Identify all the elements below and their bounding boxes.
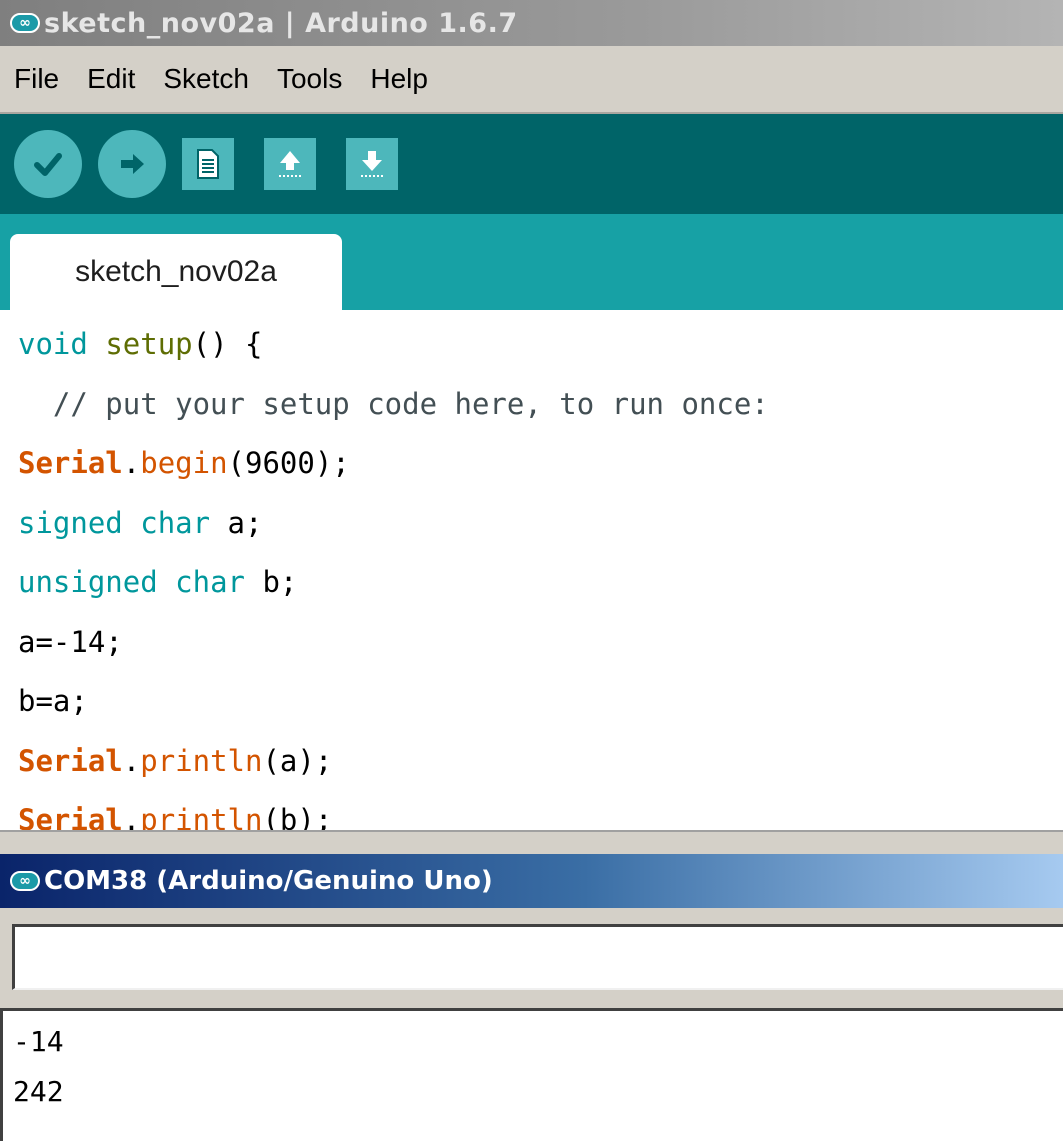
menu-bar: File Edit Sketch Tools Help (0, 46, 1063, 114)
arduino-logo-icon: ∞ (10, 871, 40, 891)
code-token: char (175, 565, 245, 599)
code-line[interactable]: a=-14; (18, 622, 1063, 682)
arduino-logo-icon: ∞ (10, 13, 40, 33)
serial-output-line: -14 (13, 1025, 64, 1058)
open-icon (279, 151, 301, 177)
menu-sketch[interactable]: Sketch (163, 63, 249, 95)
code-token: unsigned (18, 565, 158, 599)
save-sketch-button[interactable] (346, 138, 398, 190)
serial-output: -14 242 (0, 1008, 1063, 1141)
code-line[interactable]: Serial.begin(9600); (18, 443, 1063, 503)
code-line[interactable]: b=a; (18, 681, 1063, 741)
code-line[interactable]: void setup() { (18, 324, 1063, 384)
code-line[interactable]: signed char a; (18, 503, 1063, 563)
serial-output-line: 242 (13, 1075, 64, 1108)
code-token: Serial (18, 446, 123, 480)
code-line[interactable]: unsigned char b; (18, 562, 1063, 622)
code-line[interactable]: // put your setup code here, to run once… (18, 384, 1063, 444)
code-token: void (18, 327, 88, 361)
code-token: . (122, 446, 141, 480)
ide-title-bar: ∞ sketch_nov02a | Arduino 1.6.7 (0, 0, 1063, 46)
serial-monitor-title: COM38 (Arduino/Genuino Uno) (44, 866, 493, 896)
code-editor[interactable]: void setup() { // put your setup code he… (0, 310, 1063, 897)
code-token: a; (210, 505, 263, 540)
new-icon (197, 149, 219, 179)
upload-icon (121, 154, 144, 174)
code-token: println (140, 743, 263, 778)
save-icon (361, 151, 383, 177)
open-sketch-button[interactable] (264, 138, 316, 190)
code-token: begin (140, 446, 228, 480)
menu-file[interactable]: File (14, 63, 59, 95)
code-token: b; (245, 565, 298, 599)
verify-button[interactable] (14, 130, 82, 198)
menu-edit[interactable]: Edit (87, 63, 135, 95)
tab-sketch[interactable]: sketch_nov02a (10, 234, 342, 310)
code-token: setup (105, 327, 193, 361)
verify-icon (34, 153, 62, 176)
code-token: () { (192, 327, 263, 361)
code-token: Serial (18, 743, 123, 778)
menu-help[interactable]: Help (370, 63, 428, 95)
code-token: b=a; (18, 684, 88, 718)
tab-strip: sketch_nov02a (0, 214, 1063, 310)
serial-monitor-title-bar: ∞ COM38 (Arduino/Genuino Uno) (0, 854, 1063, 908)
editor-divider[interactable] (0, 830, 1063, 854)
code-token: char (140, 505, 211, 540)
toolbar (0, 114, 1063, 214)
code-token: // put your setup code here, to run once… (18, 386, 769, 421)
code-token: a=-14; (18, 624, 123, 659)
code-token: . (122, 743, 141, 778)
code-line[interactable]: Serial.println(a); (18, 741, 1063, 801)
code-token: signed (18, 505, 123, 540)
code-token: (9600); (227, 446, 350, 480)
new-sketch-button[interactable] (182, 138, 234, 190)
window-title: sketch_nov02a | Arduino 1.6.7 (44, 7, 518, 39)
menu-tools[interactable]: Tools (277, 63, 342, 95)
serial-input-area (0, 908, 1063, 1008)
upload-button[interactable] (98, 130, 166, 198)
serial-send-input[interactable] (12, 924, 1063, 990)
code-token: (a); (262, 743, 333, 778)
